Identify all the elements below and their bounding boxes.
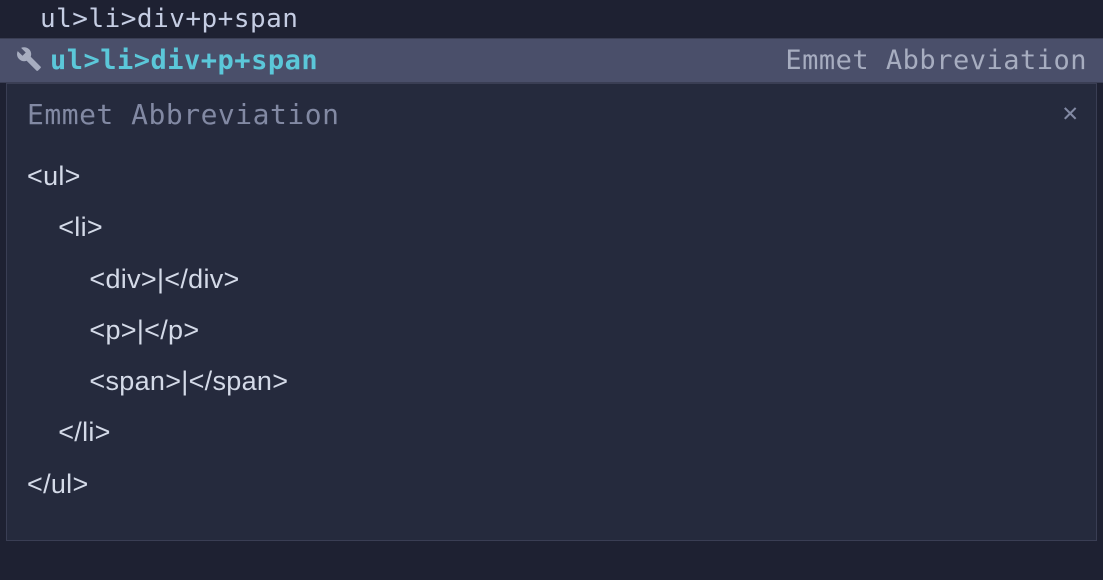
preview-panel: Emmet Abbreviation ✕ <ul> <li> <div>|</d… xyxy=(6,83,1097,541)
editor-input-text: ul>li>div+p+span xyxy=(40,4,298,34)
suggestion-type-label: Emmet Abbreviation xyxy=(785,45,1087,76)
suggestion-item[interactable]: ul>li>div+p+span Emmet Abbreviation xyxy=(0,38,1103,83)
preview-title: Emmet Abbreviation xyxy=(7,84,1096,139)
editor-input[interactable]: ul>li>div+p+span xyxy=(0,0,1103,38)
preview-content: <ul> <li> <div>|</div> <p>|</p> <span>|<… xyxy=(7,139,1096,540)
suggestion-abbreviation: ul>li>div+p+span xyxy=(50,45,318,76)
close-icon[interactable]: ✕ xyxy=(1062,98,1078,128)
wrench-icon xyxy=(16,46,42,76)
